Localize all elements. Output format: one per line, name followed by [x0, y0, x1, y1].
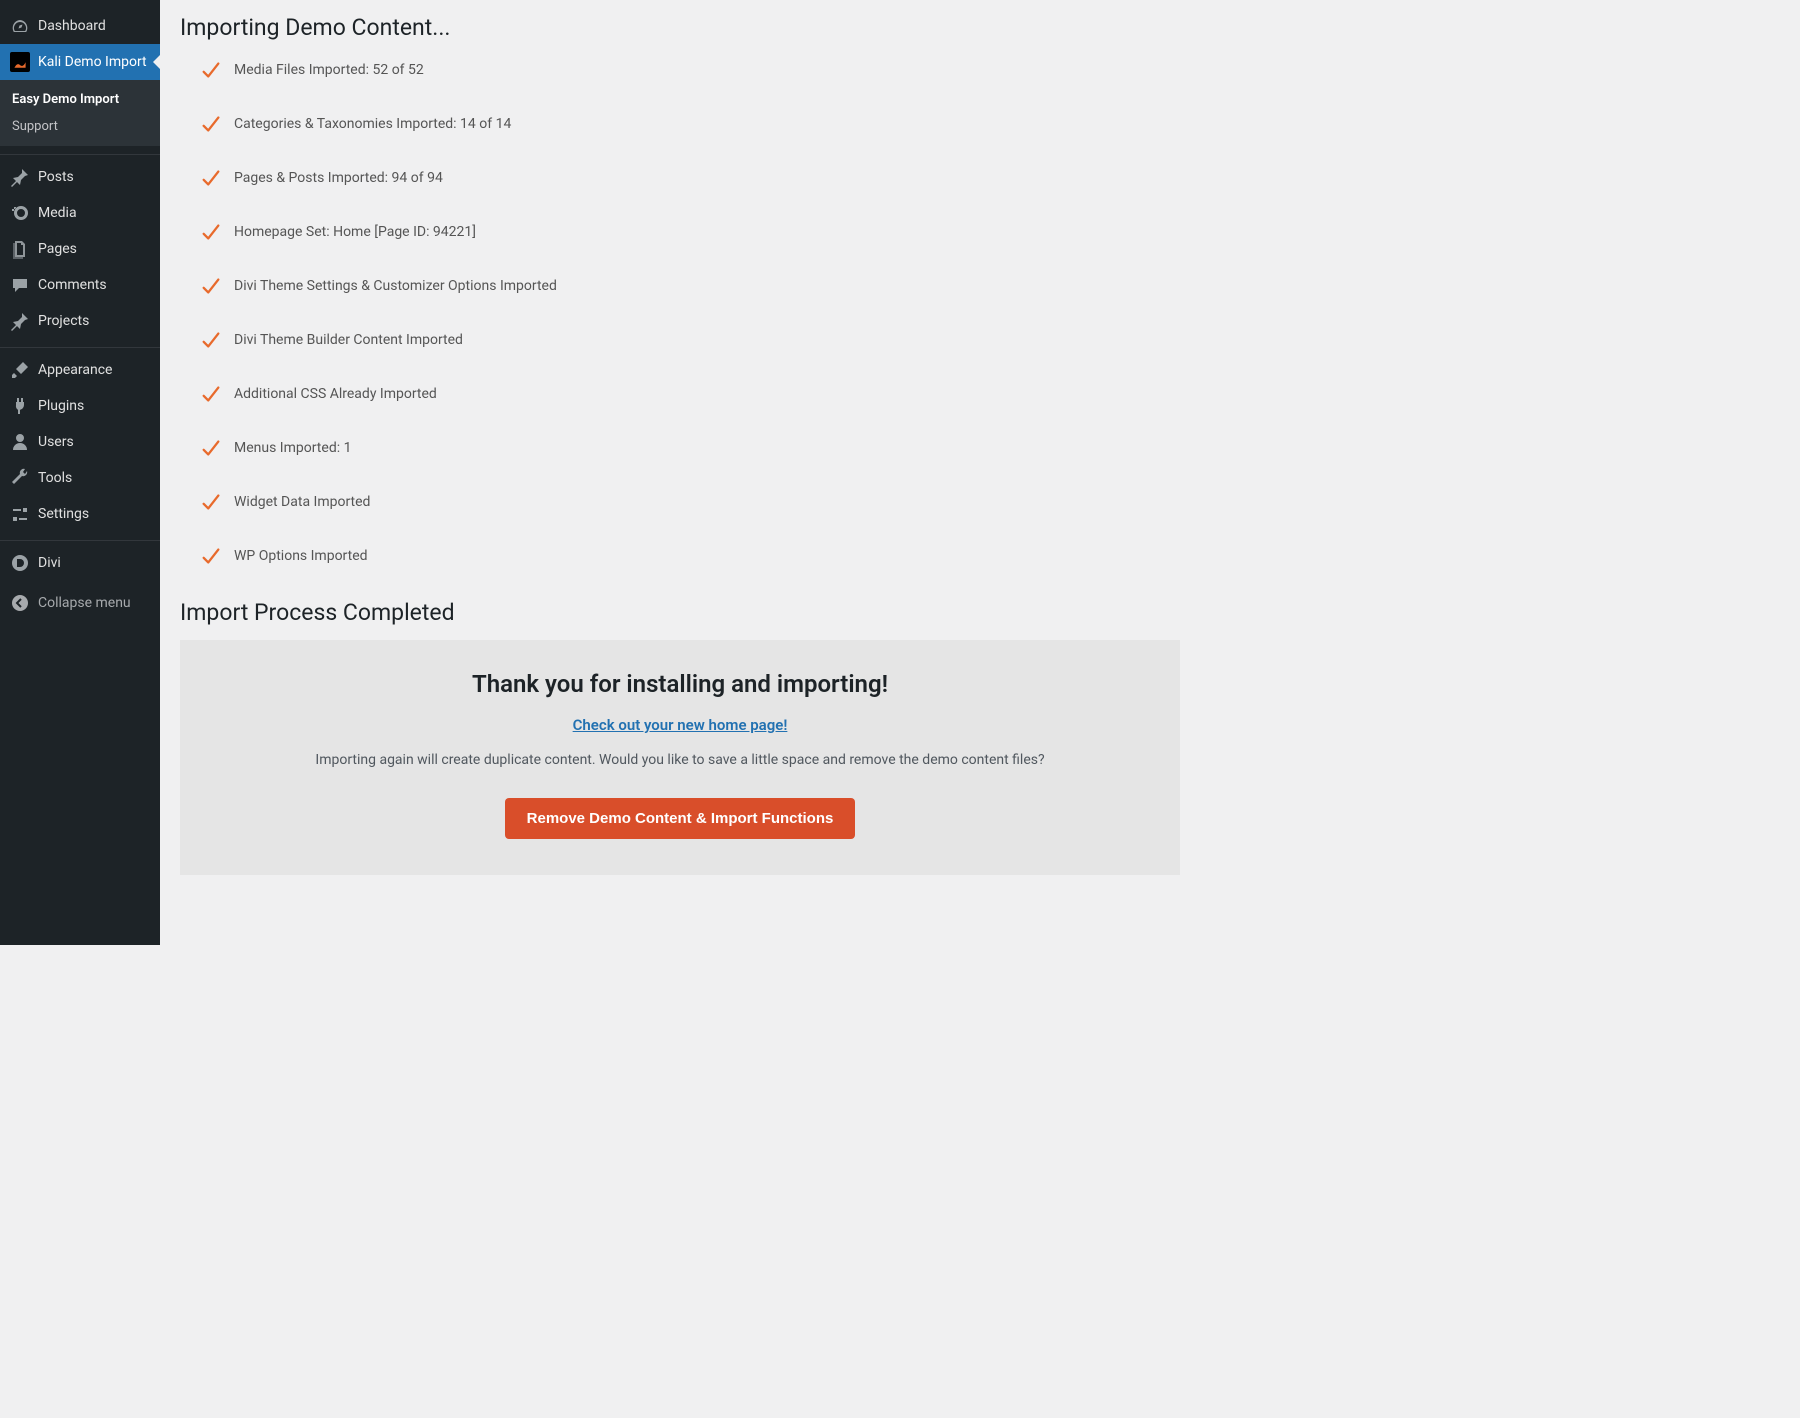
sidebar-item-posts[interactable]: Posts [0, 159, 160, 195]
wrench-icon [10, 468, 30, 488]
import-step: Widget Data Imported [200, 491, 1180, 513]
step-text: Widget Data Imported [234, 494, 370, 510]
admin-sidebar: Dashboard Kali Demo Import Easy Demo Imp… [0, 0, 160, 945]
sidebar-item-label: Users [38, 434, 74, 450]
submenu-item-easy-demo-import[interactable]: Easy Demo Import [0, 86, 160, 113]
check-icon [200, 113, 222, 135]
completed-heading: Import Process Completed [180, 599, 1180, 626]
import-step: WP Options Imported [200, 545, 1180, 567]
sidebar-item-label: Comments [38, 277, 107, 293]
step-text: WP Options Imported [234, 548, 368, 564]
check-icon [200, 275, 222, 297]
user-icon [10, 432, 30, 452]
sidebar-item-label: Projects [38, 313, 89, 329]
import-step: Homepage Set: Home [Page ID: 94221] [200, 221, 1180, 243]
step-text: Menus Imported: 1 [234, 440, 351, 456]
import-step: Categories & Taxonomies Imported: 14 of … [200, 113, 1180, 135]
comments-icon [10, 275, 30, 295]
check-icon [200, 545, 222, 567]
step-text: Divi Theme Builder Content Imported [234, 332, 463, 348]
sidebar-item-comments[interactable]: Comments [0, 267, 160, 303]
menu-separator [0, 150, 160, 155]
sidebar-item-kali-demo-import[interactable]: Kali Demo Import [0, 44, 160, 80]
sliders-icon [10, 504, 30, 524]
sidebar-item-label: Plugins [38, 398, 84, 414]
check-icon [200, 167, 222, 189]
pin-icon [10, 311, 30, 331]
sidebar-item-label: Divi [38, 555, 61, 571]
sidebar-item-pages[interactable]: Pages [0, 231, 160, 267]
step-text: Pages & Posts Imported: 94 of 94 [234, 170, 443, 186]
page-title: Importing Demo Content... [180, 14, 1180, 41]
check-icon [200, 383, 222, 405]
sidebar-item-label: Appearance [38, 362, 112, 378]
completion-box: Thank you for installing and importing! … [180, 640, 1180, 875]
menu-separator [0, 343, 160, 348]
check-icon [200, 329, 222, 351]
step-text: Categories & Taxonomies Imported: 14 of … [234, 116, 511, 132]
sidebar-item-label: Pages [38, 241, 77, 257]
sidebar-item-projects[interactable]: Projects [0, 303, 160, 339]
brush-icon [10, 360, 30, 380]
sidebar-item-media[interactable]: Media [0, 195, 160, 231]
step-text: Media Files Imported: 52 of 52 [234, 62, 424, 78]
sidebar-item-plugins[interactable]: Plugins [0, 388, 160, 424]
step-text: Homepage Set: Home [Page ID: 94221] [234, 224, 476, 240]
step-text: Divi Theme Settings & Customizer Options… [234, 278, 557, 294]
plug-icon [10, 396, 30, 416]
sidebar-item-users[interactable]: Users [0, 424, 160, 460]
sidebar-item-divi[interactable]: Divi [0, 545, 160, 581]
check-icon [200, 59, 222, 81]
step-text: Additional CSS Already Imported [234, 386, 437, 402]
pin-icon [10, 167, 30, 187]
collapse-icon [10, 593, 30, 613]
import-step: Additional CSS Already Imported [200, 383, 1180, 405]
kali-icon [10, 52, 30, 72]
check-icon [200, 437, 222, 459]
duplicate-note: Importing again will create duplicate co… [200, 752, 1160, 768]
sidebar-item-appearance[interactable]: Appearance [0, 352, 160, 388]
sidebar-item-label: Settings [38, 506, 89, 522]
sidebar-item-label: Dashboard [38, 18, 106, 34]
divi-icon [10, 553, 30, 573]
pages-icon [10, 239, 30, 259]
media-icon [10, 203, 30, 223]
sidebar-item-dashboard[interactable]: Dashboard [0, 8, 160, 44]
check-icon [200, 491, 222, 513]
thank-you-heading: Thank you for installing and importing! [200, 670, 1160, 698]
sidebar-item-tools[interactable]: Tools [0, 460, 160, 496]
collapse-menu[interactable]: Collapse menu [0, 585, 160, 621]
remove-demo-button[interactable]: Remove Demo Content & Import Functions [505, 798, 856, 839]
sidebar-item-label: Posts [38, 169, 74, 185]
import-step: Pages & Posts Imported: 94 of 94 [200, 167, 1180, 189]
dashboard-icon [10, 16, 30, 36]
collapse-label: Collapse menu [38, 595, 131, 611]
sidebar-submenu: Easy Demo Import Support [0, 80, 160, 146]
sidebar-item-label: Kali Demo Import [38, 54, 147, 70]
menu-separator [0, 536, 160, 541]
check-icon [200, 221, 222, 243]
main-content: Importing Demo Content... Media Files Im… [160, 0, 1200, 945]
sidebar-item-label: Tools [38, 470, 72, 486]
import-step: Media Files Imported: 52 of 52 [200, 59, 1180, 81]
sidebar-item-settings[interactable]: Settings [0, 496, 160, 532]
sidebar-item-label: Media [38, 205, 77, 221]
import-step: Divi Theme Settings & Customizer Options… [200, 275, 1180, 297]
home-page-link[interactable]: Check out your new home page! [573, 716, 788, 734]
import-step: Divi Theme Builder Content Imported [200, 329, 1180, 351]
import-steps: Media Files Imported: 52 of 52 Categorie… [200, 59, 1180, 567]
import-step: Menus Imported: 1 [200, 437, 1180, 459]
submenu-item-support[interactable]: Support [0, 113, 160, 140]
